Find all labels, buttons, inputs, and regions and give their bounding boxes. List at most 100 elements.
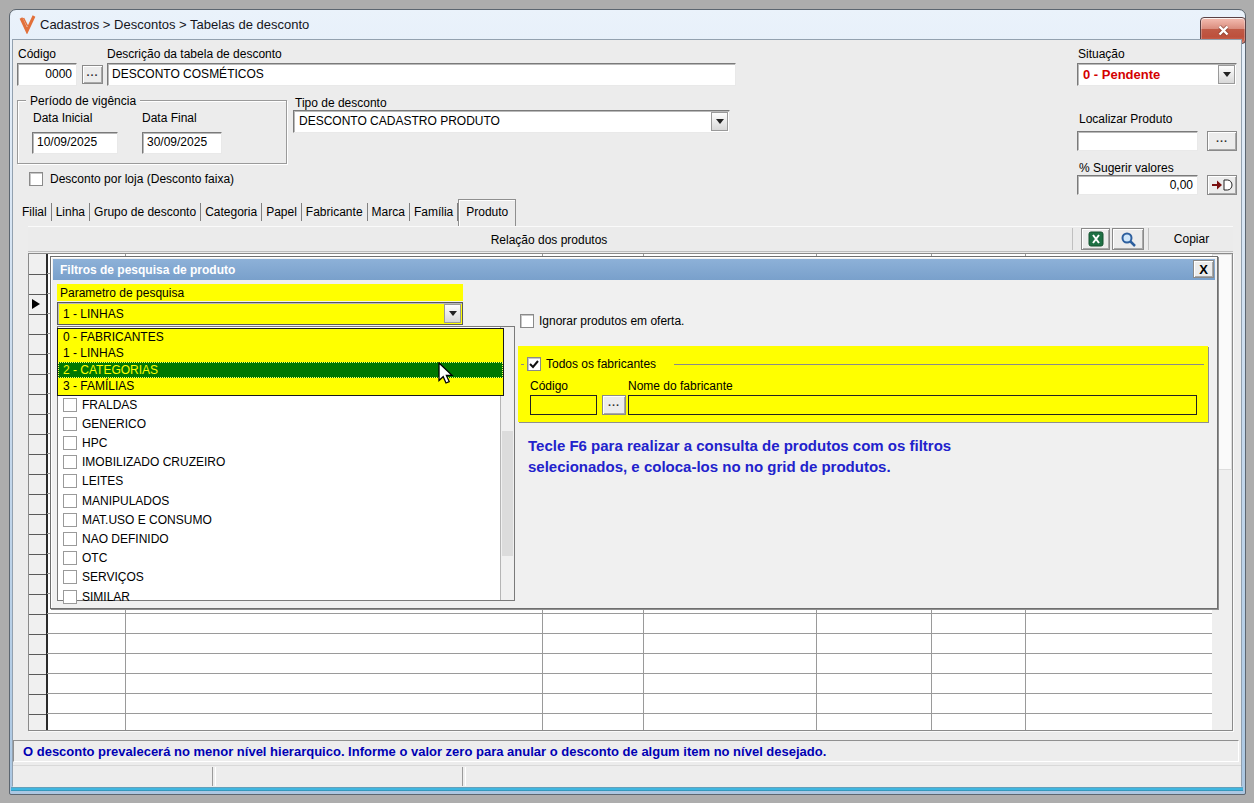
search-button[interactable] <box>1112 228 1144 250</box>
tab-produto[interactable]: Produto <box>458 199 516 227</box>
ignorar-oferta-label: Ignorar produtos em oferta. <box>539 314 684 328</box>
grid-row-header-separator <box>29 494 46 495</box>
grid-row-header-separator <box>29 434 46 435</box>
tab-bar: FilialLinhaGrupo de descontoCategoriaPap… <box>18 199 516 224</box>
grid-row-header-separator <box>29 674 46 675</box>
desconto-loja-label: Desconto por loja (Desconto faixa) <box>50 172 234 186</box>
codigo-browse-button[interactable]: ... <box>82 65 103 84</box>
todos-fabricantes-checkbox[interactable] <box>527 357 541 371</box>
list-item-label: MANIPULADOS <box>82 494 169 508</box>
list-item[interactable]: IMOBILIZADO CRUZEIRO <box>63 454 225 471</box>
grid-row-header-separator <box>29 654 46 655</box>
dropdown-option[interactable]: 0 - FABRICANTES <box>58 329 503 345</box>
grid-row-header-separator <box>29 294 46 295</box>
data-final-field[interactable]: 30/09/2025 <box>142 132 222 154</box>
list-item-checkbox[interactable] <box>63 417 77 431</box>
tab-filial[interactable]: Filial <box>18 203 52 221</box>
list-item-checkbox[interactable] <box>63 455 77 469</box>
list-item-checkbox[interactable] <box>63 532 77 546</box>
filtros-dialog-title: Filtros de pesquisa de produto <box>60 263 235 277</box>
situacao-dropdown-arrow[interactable] <box>1218 65 1235 84</box>
param-select[interactable]: 1 - LINHAS <box>57 302 463 325</box>
grid-row-line <box>47 653 1212 654</box>
list-item-label: NAO DEFINIDO <box>82 532 169 546</box>
excel-icon <box>1088 231 1104 247</box>
dropdown-option[interactable]: 3 - FAMÍLIAS <box>58 378 503 394</box>
sugerir-valores-label: % Sugerir valores <box>1079 161 1174 175</box>
grid-row-header-separator <box>29 314 46 315</box>
footer-message: O desconto prevalecerá no menor nível hi… <box>23 744 826 759</box>
tab-linha[interactable]: Linha <box>52 203 90 221</box>
fab-nome-label: Nome do fabricante <box>628 379 733 393</box>
list-item[interactable]: SERVIÇOS <box>63 569 144 586</box>
descricao-field[interactable]: DESCONTO COSMÉTICOS <box>107 63 736 86</box>
grid-row-line <box>47 613 1212 614</box>
fab-nome-field[interactable] <box>628 395 1197 415</box>
tipo-desconto-select[interactable]: DESCONTO CADASTRO PRODUTO <box>293 110 730 133</box>
tab-categoria[interactable]: Categoria <box>201 203 262 221</box>
list-item-checkbox[interactable] <box>63 474 77 488</box>
list-item[interactable]: OTC <box>63 550 107 567</box>
list-item[interactable]: SIMILAR <box>63 588 130 605</box>
localizar-browse-button[interactable]: ... <box>1207 131 1237 151</box>
list-item-checkbox[interactable] <box>63 551 77 565</box>
list-item[interactable]: HPC <box>63 434 107 451</box>
list-item[interactable]: MAT.USO E CONSUMO <box>63 511 212 528</box>
fab-codigo-label: Código <box>530 379 568 393</box>
sugerir-valores-field[interactable]: 0,00 <box>1077 175 1198 195</box>
list-item-checkbox[interactable] <box>63 494 77 508</box>
filtros-close-button[interactable]: X <box>1193 260 1214 278</box>
param-dropdown-arrow[interactable] <box>444 304 461 323</box>
grid-current-row-marker <box>32 299 40 309</box>
grid-row-header-separator <box>29 374 46 375</box>
list-item-checkbox[interactable] <box>63 513 77 527</box>
list-item-label: SERVIÇOS <box>82 570 144 584</box>
apply-sugerir-button[interactable] <box>1207 175 1237 195</box>
localizar-produto-field[interactable] <box>1077 131 1198 151</box>
param-dropdown-list[interactable]: 0 - FABRICANTES1 - LINHAS2 - CATEGORIAS3… <box>57 328 504 396</box>
status-divider-2 <box>462 767 466 786</box>
toolbar-divider <box>1072 228 1073 250</box>
list-item-checkbox[interactable] <box>63 436 77 450</box>
fab-codigo-field[interactable] <box>530 395 597 415</box>
tipo-dropdown-arrow[interactable] <box>711 112 728 131</box>
codigo-field[interactable]: 0000 <box>17 63 77 86</box>
tab-fam-lia[interactable]: Família <box>410 203 458 221</box>
list-item-checkbox[interactable] <box>63 590 77 604</box>
check-icon <box>529 360 539 369</box>
desconto-loja-checkbox[interactable] <box>29 172 43 186</box>
copiar-button[interactable]: Copiar <box>1150 228 1233 250</box>
list-item-label: HPC <box>82 436 107 450</box>
magnifier-icon <box>1120 231 1137 247</box>
hint-line1: Tecle F6 para realizar a consulta de pro… <box>528 437 951 454</box>
tab-papel[interactable]: Papel <box>262 203 302 221</box>
dropdown-option[interactable]: 1 - LINHAS <box>58 345 503 361</box>
list-item[interactable]: FRALDAS <box>63 396 137 413</box>
status-divider-1 <box>212 767 216 786</box>
list-item-checkbox[interactable] <box>63 398 77 412</box>
grid-title: Relação dos produtos <box>28 233 1070 247</box>
situacao-select[interactable]: 0 - Pendente <box>1077 63 1237 86</box>
list-item[interactable]: GENERICO <box>63 415 146 432</box>
filtros-dialog-titlebar[interactable]: Filtros de pesquisa de produto <box>53 259 1215 280</box>
tab-grupo-de-desconto[interactable]: Grupo de desconto <box>90 203 201 221</box>
tab-marca[interactable]: Marca <box>368 203 410 221</box>
listbox-scrollbar-thumb[interactable] <box>502 431 513 556</box>
ignorar-oferta-checkbox[interactable] <box>520 314 534 328</box>
list-item-label: MAT.USO E CONSUMO <box>82 513 212 527</box>
param-label-strip: Parametro de pesquisa <box>57 284 463 301</box>
list-item[interactable]: MANIPULADOS <box>63 492 169 509</box>
data-inicial-field[interactable]: 10/09/2025 <box>32 132 118 154</box>
tab-fabricante[interactable]: Fabricante <box>302 203 368 221</box>
list-item-checkbox[interactable] <box>63 570 77 584</box>
grid-row-header-separator <box>29 554 46 555</box>
dropdown-option[interactable]: 2 - CATEGORIAS <box>58 362 503 378</box>
grid-row-header-separator <box>29 334 46 335</box>
list-item[interactable]: LEITES <box>63 473 123 490</box>
toolbar-divider-2 <box>1148 228 1149 250</box>
export-excel-button[interactable] <box>1081 228 1110 250</box>
window-icon <box>19 15 37 34</box>
grid-row-header-separator <box>29 634 46 635</box>
list-item[interactable]: NAO DEFINIDO <box>63 530 169 547</box>
fab-browse-button[interactable]: ... <box>602 395 626 415</box>
